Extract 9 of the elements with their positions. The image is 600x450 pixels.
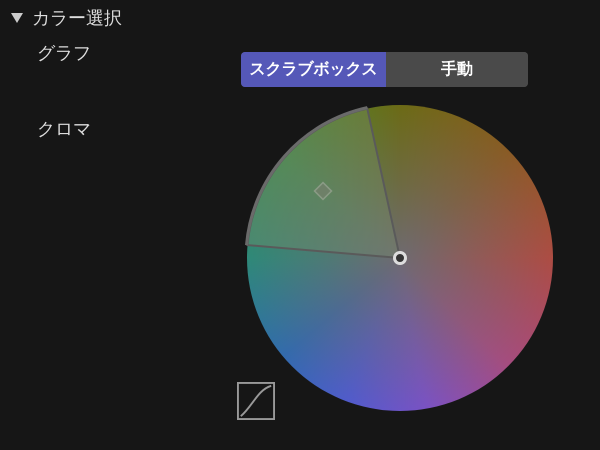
wedge-arc-handle[interactable] xyxy=(245,106,368,246)
curve-icon[interactable] xyxy=(236,381,276,421)
section-title: カラー選択 xyxy=(32,7,122,30)
graph-label: グラフ xyxy=(37,42,92,66)
center-knob[interactable] xyxy=(393,251,407,265)
segment-button[interactable]: スクラブボックス xyxy=(241,52,386,87)
selection-wedge[interactable] xyxy=(246,108,401,259)
chroma-label: クロマ xyxy=(37,118,92,142)
disclosure-triangle-icon[interactable] xyxy=(10,11,24,25)
